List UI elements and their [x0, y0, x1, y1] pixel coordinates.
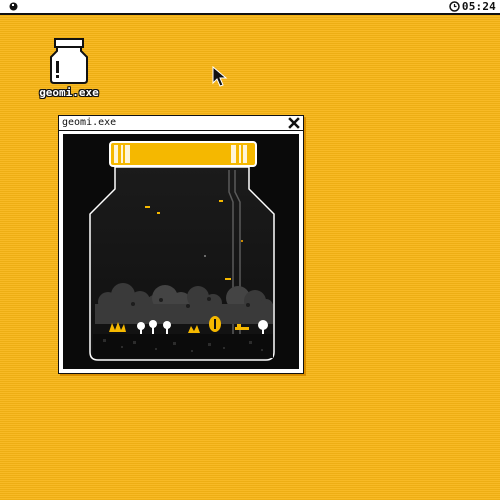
terrarium-scene — [89, 141, 275, 361]
menu-bar: 05:24 — [0, 0, 500, 15]
window-title: geomi.exe — [62, 117, 117, 128]
soil — [93, 334, 273, 358]
desktop-icon-geomi[interactable]: geomi.exe — [32, 38, 106, 104]
mouse-cursor-icon — [212, 66, 228, 87]
geomi-window[interactable]: geomi.exe — [58, 115, 304, 374]
window-content — [63, 134, 299, 369]
window-titlebar[interactable]: geomi.exe — [59, 116, 303, 131]
circle-logo-icon[interactable] — [9, 2, 18, 11]
clock-icon — [449, 1, 460, 12]
jar-icon — [50, 38, 88, 84]
jar-lid — [109, 141, 257, 167]
close-x-icon[interactable] — [287, 116, 301, 130]
desktop-icon-label: geomi.exe — [39, 86, 99, 99]
clock-time: 05:24 — [461, 0, 496, 13]
clock: 05:24 — [449, 0, 496, 13]
